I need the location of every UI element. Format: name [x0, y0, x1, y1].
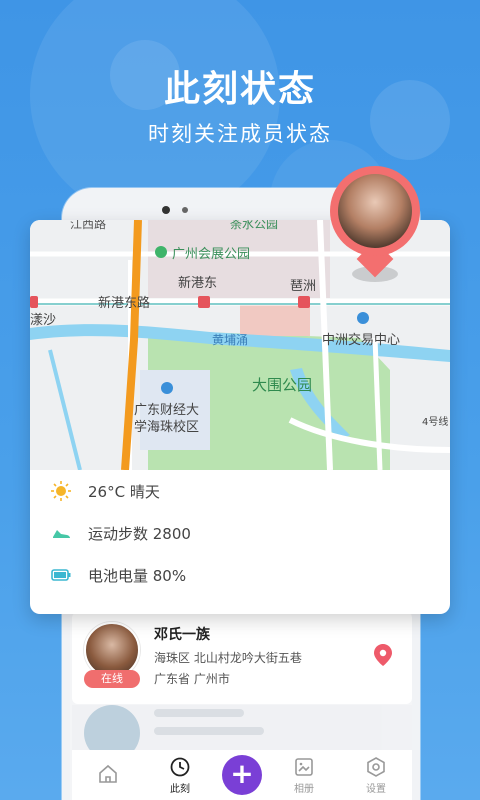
battery-text: 电池电量 80% [88, 566, 187, 585]
settings-icon [367, 756, 385, 777]
bottom-nav: 此刻 + 相册 设置 [72, 750, 412, 800]
steps-row: 运动步数 2800 [30, 512, 450, 554]
hero-title: 此刻状态 [163, 69, 316, 110]
school-marker-icon [161, 382, 173, 394]
avatar[interactable] [84, 705, 140, 755]
map-label: 新港东路 [98, 295, 150, 311]
avatar [338, 174, 412, 248]
clock-icon [170, 757, 190, 776]
metro-marker-icon [298, 296, 310, 308]
nav-settings-label: 设置 [366, 783, 386, 795]
battery-icon [51, 569, 71, 581]
weather-text: 26°C 晴天 [88, 482, 160, 501]
nav-now-label: 此刻 [170, 783, 190, 795]
map-label: 琶洲 [290, 279, 316, 294]
steps-text: 运动步数 2800 [88, 524, 191, 543]
map-label: 广东财经大 [134, 403, 199, 418]
member-name-placeholder [154, 709, 244, 717]
metro-marker-icon [30, 296, 38, 308]
home-icon [99, 764, 117, 783]
map-label: 大围公园 [252, 376, 312, 394]
map-label: 4号线 [422, 415, 448, 428]
location-pin-icon[interactable] [374, 644, 392, 666]
nav-settings[interactable]: 设置 [346, 756, 406, 795]
member-list-item[interactable] [72, 705, 412, 755]
map-label: 江西路 [70, 220, 106, 231]
hero-subtitle: 时刻关注成员状态 [148, 122, 332, 146]
map-label: 学海珠校区 [134, 419, 199, 435]
camera-dot [162, 206, 170, 214]
map-label: 新港东 [178, 275, 217, 291]
nav-album-label: 相册 [294, 783, 314, 795]
member-list-item[interactable]: 在线 邓氏一族 海珠区 北山村龙吟大街五巷 广东省 广州市 [72, 612, 412, 704]
battery-row: 电池电量 80% [30, 554, 450, 596]
map-label: 荼水公园 [230, 220, 278, 231]
member-steps-placeholder [154, 727, 264, 735]
sensor-dot [182, 207, 188, 213]
map-label: 黄埔涌 [212, 333, 248, 347]
weather-row: 26°C 晴天 [30, 470, 450, 512]
member-address-line1: 海珠区 北山村龙吟大街五巷 [154, 651, 302, 665]
nav-album[interactable]: 相册 [274, 756, 334, 795]
album-icon [295, 757, 313, 776]
sneaker-icon [53, 530, 70, 538]
member-address-line2: 广东省 广州市 [154, 672, 230, 686]
building-marker-icon [357, 312, 369, 324]
add-button[interactable]: + [222, 755, 262, 795]
member-name: 邓氏一族 [154, 627, 210, 643]
metro-marker-icon [198, 296, 210, 308]
park-marker-icon [155, 246, 167, 258]
map-label: 广州会展公园 [172, 247, 250, 262]
online-badge: 在线 [84, 670, 140, 688]
map-label: 中洲交易中心 [322, 332, 400, 348]
nav-home[interactable] [78, 763, 138, 787]
status-list: 26°C 晴天 运动步数 2800 电池电量 80% [30, 470, 450, 596]
map-label: 漾沙 [30, 313, 56, 328]
nav-now[interactable]: 此刻 [150, 756, 210, 795]
creek [48, 349, 82, 470]
sun-icon [51, 481, 71, 501]
member-location-pin[interactable] [326, 162, 426, 292]
